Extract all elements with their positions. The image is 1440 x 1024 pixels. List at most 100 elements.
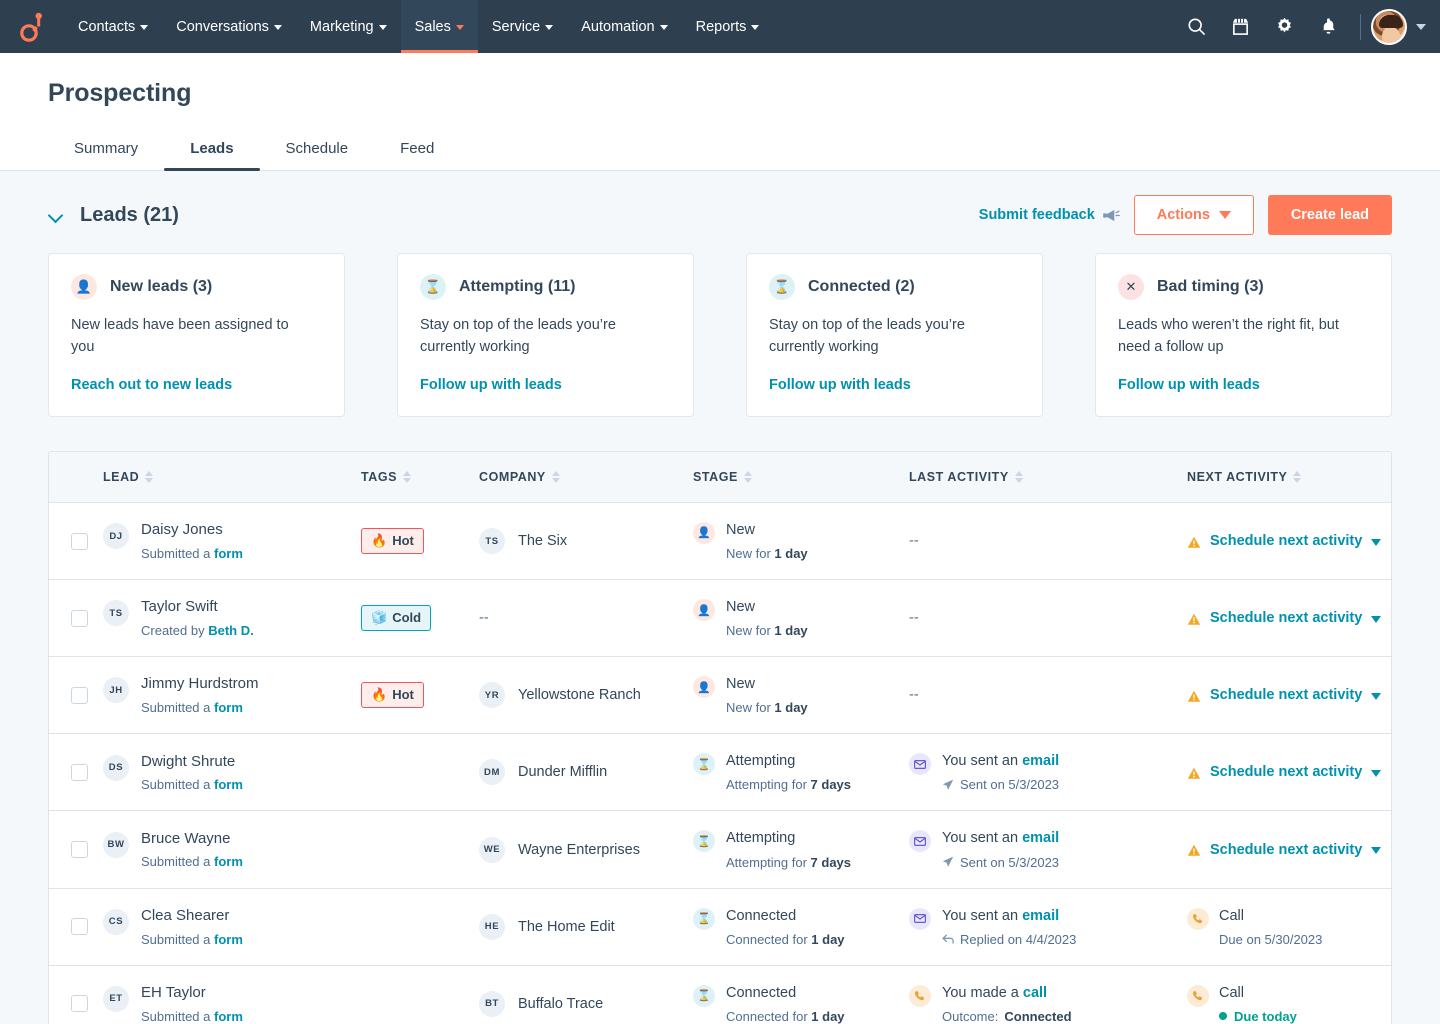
stage-cell: ⌛AttemptingAttempting for 7 days (693, 811, 909, 888)
sort-toggle-lead[interactable] (145, 471, 153, 483)
lead-source-link[interactable]: form (214, 546, 243, 561)
marketplace-icon[interactable] (1218, 0, 1262, 53)
column-header-last-activity[interactable]: LAST ACTIVITY (909, 452, 1187, 503)
stage-cell: 👤NewNew for 1 day (693, 580, 909, 657)
company-name[interactable]: Dunder Mifflin (518, 764, 607, 780)
company-name[interactable]: The Six (518, 533, 567, 549)
activity-type-link[interactable]: email (1022, 908, 1059, 924)
sort-toggle-stage[interactable] (744, 471, 752, 483)
schedule-next-activity-button[interactable]: Schedule next activity (1187, 764, 1391, 780)
lead-source-link[interactable]: form (214, 700, 243, 715)
column-header-company[interactable]: COMPANY (479, 452, 693, 503)
nav-item-label: Conversations (176, 19, 269, 35)
card-action-link[interactable]: Follow up with leads (769, 377, 911, 393)
card-action-link[interactable]: Reach out to new leads (71, 377, 232, 393)
nav-item-label: Marketing (310, 19, 374, 35)
schedule-next-activity-button[interactable]: Schedule next activity (1187, 687, 1391, 703)
column-header-tags[interactable]: TAGS (361, 452, 479, 503)
schedule-next-activity-button[interactable]: Schedule next activity (1187, 533, 1391, 549)
sort-toggle-last-activity[interactable] (1015, 471, 1023, 483)
search-icon[interactable] (1174, 0, 1218, 53)
create-lead-button[interactable]: Create lead (1268, 195, 1392, 235)
company-name[interactable]: The Home Edit (518, 919, 615, 935)
card-action-link[interactable]: Follow up with leads (420, 377, 562, 393)
nav-item-reports[interactable]: Reports (682, 0, 774, 53)
row-checkbox[interactable] (71, 764, 88, 781)
table-row[interactable]: BWBruce WayneSubmitted a formWEWayne Ent… (49, 811, 1391, 888)
nav-item-marketing[interactable]: Marketing (296, 0, 401, 53)
column-header-next-activity[interactable]: NEXT ACTIVITY (1187, 452, 1391, 503)
row-checkbox[interactable] (71, 687, 88, 704)
lead-name[interactable]: Dwight Shrute (141, 753, 243, 772)
tag-badge[interactable]: 🧊Cold (361, 605, 431, 631)
sort-toggle-next-activity[interactable] (1293, 471, 1301, 483)
sort-toggle-company[interactable] (552, 471, 560, 483)
schedule-next-activity-button[interactable]: Schedule next activity (1187, 842, 1391, 858)
lead-name[interactable]: Jimmy Hurdstrom (141, 675, 259, 694)
table-row[interactable]: JHJimmy HurdstromSubmitted a form🔥HotYRY… (49, 657, 1391, 734)
activity-type-link[interactable]: call (1023, 985, 1047, 1001)
chevron-down-icon (751, 25, 759, 30)
nav-item-sales[interactable]: Sales (401, 0, 478, 53)
lead-source-link[interactable]: Beth D. (208, 623, 254, 638)
lead-source-link[interactable]: form (214, 854, 243, 869)
status-card-attempting: ⌛Attempting (11)Stay on top of the leads… (397, 253, 694, 417)
company-name[interactable]: Buffalo Trace (518, 996, 603, 1012)
sort-toggle-tags[interactable] (403, 471, 411, 483)
notifications-icon[interactable] (1306, 0, 1350, 53)
company-cell: WEWayne Enterprises (479, 811, 693, 888)
tab-summary[interactable]: Summary (48, 130, 164, 170)
actions-button[interactable]: Actions (1134, 195, 1254, 235)
row-checkbox[interactable] (71, 841, 88, 858)
schedule-next-activity-button[interactable]: Schedule next activity (1187, 610, 1391, 626)
chevron-down-icon[interactable] (1416, 24, 1426, 30)
lead-cell: ETEH TaylorSubmitted a form (103, 965, 361, 1024)
card-action-link[interactable]: Follow up with leads (1118, 377, 1260, 393)
chevron-down-icon (1371, 693, 1381, 700)
hubspot-logo[interactable] (0, 0, 64, 53)
company-name[interactable]: Yellowstone Ranch (518, 687, 641, 703)
tab-schedule[interactable]: Schedule (260, 130, 375, 170)
row-select-cell (49, 734, 103, 811)
last-activity-cell: -- (909, 502, 1187, 579)
submit-feedback-label: Submit feedback (979, 207, 1095, 223)
tab-leads[interactable]: Leads (164, 130, 259, 170)
lead-source-link[interactable]: form (214, 932, 243, 947)
lead-source-link[interactable]: form (214, 777, 243, 792)
submit-feedback-link[interactable]: Submit feedback (979, 207, 1120, 223)
row-checkbox[interactable] (71, 995, 88, 1012)
lead-name[interactable]: Bruce Wayne (141, 830, 243, 849)
lead-name[interactable]: Daisy Jones (141, 521, 243, 540)
row-checkbox[interactable] (71, 533, 88, 550)
column-header-stage[interactable]: STAGE (693, 452, 909, 503)
tag-badge[interactable]: 🔥Hot (361, 682, 424, 708)
table-row[interactable]: DSDwight ShruteSubmitted a formDMDunder … (49, 734, 1391, 811)
lead-source-link[interactable]: form (214, 1009, 243, 1024)
table-row[interactable]: TSTaylor SwiftCreated by Beth D.🧊Cold--👤… (49, 580, 1391, 657)
nav-item-service[interactable]: Service (478, 0, 567, 53)
table-row[interactable]: DJDaisy JonesSubmitted a form🔥HotTSThe S… (49, 502, 1391, 579)
row-checkbox[interactable] (71, 610, 88, 627)
tab-feed[interactable]: Feed (374, 130, 460, 170)
next-activity-label[interactable]: Call (1219, 907, 1322, 925)
table-row[interactable]: ETEH TaylorSubmitted a formBTBuffalo Tra… (49, 965, 1391, 1024)
activity-type-link[interactable]: email (1022, 830, 1059, 846)
chevron-down-icon (379, 25, 387, 30)
tag-badge[interactable]: 🔥Hot (361, 528, 424, 554)
nav-item-conversations[interactable]: Conversations (162, 0, 296, 53)
next-activity-label[interactable]: Call (1219, 984, 1297, 1002)
column-header-lead[interactable]: LEAD (103, 452, 361, 503)
table-row[interactable]: CSClea ShearerSubmitted a formHEThe Home… (49, 888, 1391, 965)
nav-item-contacts[interactable]: Contacts (64, 0, 162, 53)
lead-name[interactable]: Taylor Swift (141, 598, 254, 617)
activity-type-link[interactable]: email (1022, 753, 1059, 769)
lead-name[interactable]: Clea Shearer (141, 907, 243, 926)
chevron-down-icon[interactable] (48, 207, 64, 223)
company-name[interactable]: Wayne Enterprises (518, 842, 640, 858)
nav-item-automation[interactable]: Automation (567, 0, 681, 53)
column-label-next-activity: NEXT ACTIVITY (1187, 470, 1287, 484)
gear-icon[interactable] (1262, 0, 1306, 53)
row-checkbox[interactable] (71, 918, 88, 935)
lead-name[interactable]: EH Taylor (141, 984, 243, 1003)
avatar[interactable] (1371, 9, 1407, 45)
